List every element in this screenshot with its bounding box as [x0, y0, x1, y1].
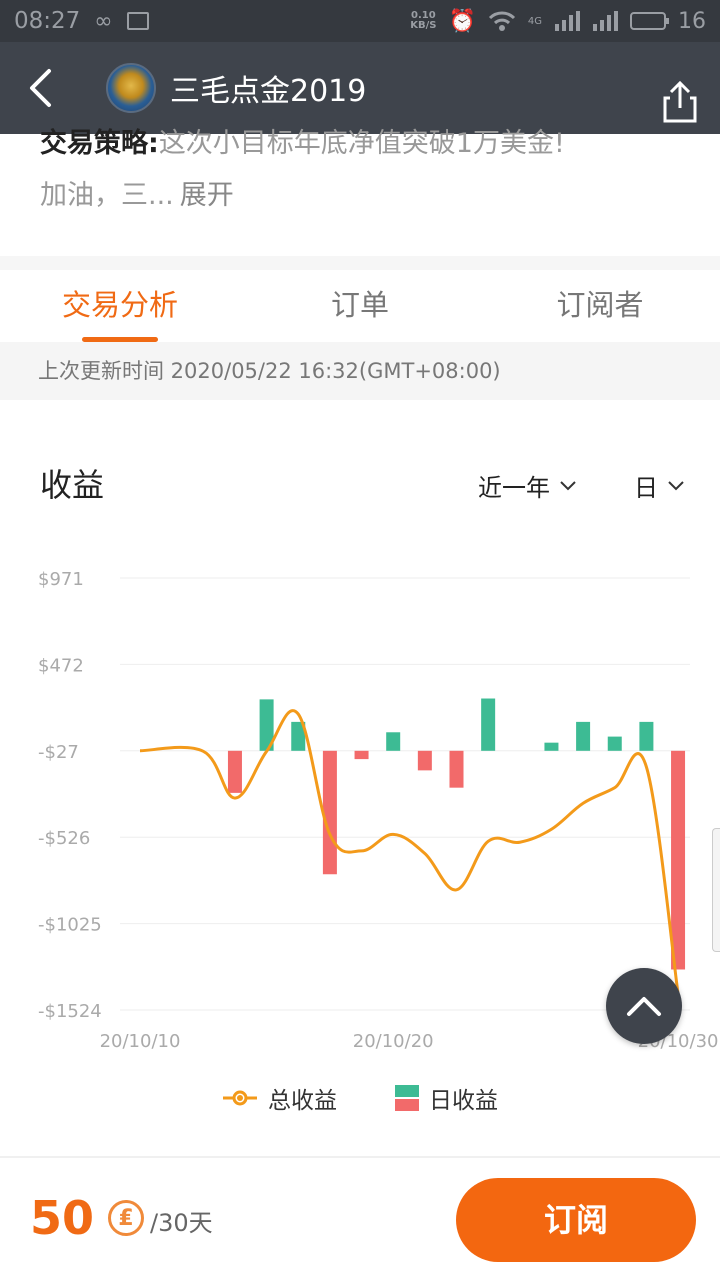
range-select[interactable]: 近一年 [478, 468, 576, 503]
bottom-bar: 50 ₤ /30天 订阅 [0, 1158, 720, 1280]
notification-box-icon [126, 12, 149, 30]
battery-icon [630, 12, 669, 30]
status-time: 08:27 [14, 8, 81, 34]
y-tick-label: -$27 [38, 742, 79, 763]
line-legend-icon [223, 1090, 257, 1106]
scroll-indicator[interactable] [712, 828, 720, 952]
chart-legend: 总收益 日收益 [0, 1078, 720, 1118]
bar-mark [481, 698, 496, 751]
tab-trade-analysis[interactable]: 交易分析 [0, 270, 240, 342]
legend-total-profit[interactable]: 总收益 [222, 1081, 337, 1115]
y-tick-label: -$1025 [38, 915, 102, 936]
bar-mark [354, 750, 369, 760]
bar-mark [639, 721, 654, 751]
total-profit-line [139, 709, 680, 994]
battery-level: 16 [678, 8, 706, 34]
bar-mark [449, 750, 464, 788]
strategy-section: 交易策略:这次小目标年底净值突破1万美金! 加油，三... 展开 [40, 118, 700, 222]
coin-icon: ₤ [108, 1200, 145, 1236]
y-tick-label: $971 [38, 569, 84, 590]
alarm-icon: ⏰ [448, 8, 476, 34]
scroll-to-top-button[interactable] [606, 968, 682, 1044]
network-speed: 0.10 KB/S [410, 11, 436, 31]
tab-orders[interactable]: 订单 [240, 270, 480, 342]
x-tick-label: 20/10/20 [353, 1031, 434, 1052]
strategy-label: 交易策略: [40, 128, 159, 159]
x-tick-label: 20/10/10 [100, 1031, 181, 1052]
chevron-down-icon [560, 480, 576, 490]
legend-daily-profit[interactable]: 日收益 [395, 1081, 498, 1115]
strategy-text-line2: 加油，三... [40, 180, 174, 211]
bar-mark [386, 732, 401, 751]
y-tick-label: -$1524 [38, 1001, 102, 1022]
bar-legend-icon [395, 1085, 419, 1111]
bar-mark [544, 742, 559, 751]
y-tick-label: -$526 [38, 828, 90, 849]
chart-header: 收益 近一年 日 [0, 440, 720, 520]
bar-mark [227, 750, 242, 793]
section-divider [0, 256, 720, 270]
tab-bar: 交易分析 订单 订阅者 [0, 270, 720, 342]
bar-mark [322, 750, 337, 875]
price-period: /30天 [150, 1209, 213, 1237]
price-value: 50 [30, 1191, 95, 1245]
last-update-text: 上次更新时间 2020/05/22 16:32(GMT+08:00) [0, 342, 720, 400]
tab-subscribers[interactable]: 订阅者 [480, 270, 720, 342]
signal-icon [555, 11, 580, 31]
strategy-text: 这次小目标年底净值突破1万美金! [158, 128, 565, 159]
back-chevron-icon [30, 69, 51, 107]
range-select-value: 近一年 [478, 474, 550, 502]
wifi-icon [488, 11, 515, 31]
status-bar: 08:27 ∞ 0.10 KB/S ⏰ 4G 16 [0, 0, 720, 42]
subscribe-button[interactable]: 订阅 [456, 1178, 696, 1262]
bar-mark [671, 750, 686, 970]
unit-select[interactable]: 日 [634, 468, 684, 503]
page-title: 三毛点金2019 [170, 74, 367, 109]
chart-title: 收益 [40, 466, 105, 504]
price-block: 50 ₤ /30天 [30, 1192, 213, 1244]
signal-icon-2 [593, 11, 618, 31]
bar-mark [607, 736, 622, 751]
chevron-up-icon [627, 997, 661, 1016]
network-type: 4G [527, 15, 542, 27]
chevron-down-icon [668, 480, 684, 490]
expand-link[interactable]: 展开 [180, 180, 234, 211]
infinity-icon: ∞ [94, 8, 113, 34]
network-speed-unit: KB/S [410, 20, 437, 31]
legend-daily-profit-label: 日收益 [429, 1088, 498, 1114]
avatar[interactable] [106, 63, 156, 113]
y-tick-label: $472 [38, 655, 84, 676]
bar-mark [417, 750, 432, 771]
bar-mark [576, 721, 591, 751]
unit-select-value: 日 [634, 474, 658, 502]
legend-total-profit-label: 总收益 [268, 1088, 337, 1114]
